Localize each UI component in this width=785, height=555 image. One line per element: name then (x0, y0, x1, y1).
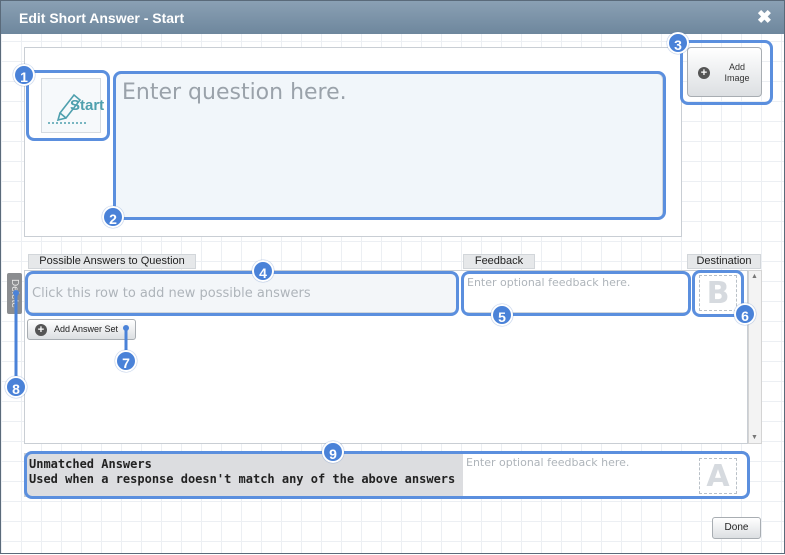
callout-badge-3: 3 (667, 32, 689, 54)
close-icon[interactable]: ✖ (757, 7, 772, 27)
scroll-down-icon[interactable]: ▼ (751, 434, 758, 441)
callout-badge-7: 7 (115, 350, 137, 372)
callout-badge-5: 5 (491, 304, 513, 326)
unmatched-answers-label: Unmatched Answers Used when a response d… (25, 454, 463, 496)
add-image-label: Add Image (724, 62, 750, 83)
answers-scrollbar[interactable]: ▲ ▼ (748, 270, 762, 444)
plus-circle-icon: + (698, 67, 710, 79)
unmatched-destination-node[interactable]: A (699, 458, 737, 494)
scroll-up-icon[interactable]: ▲ (751, 273, 758, 280)
unmatched-feedback-input[interactable] (463, 454, 689, 496)
unmatched-subtitle: Used when a response doesn't match any o… (29, 472, 456, 486)
callout-badge-2: 2 (102, 206, 124, 228)
column-header-destination: Destination (687, 254, 761, 269)
callout-badge-8: 8 (5, 376, 27, 398)
start-icon-label: Start (70, 97, 105, 114)
column-header-possible-answers: Possible Answers to Question (28, 254, 196, 269)
add-answer-set-label: Add Answer Set (54, 324, 119, 334)
question-input[interactable] (115, 73, 663, 219)
add-answer-set-button[interactable]: + Add Answer Set (27, 319, 136, 340)
column-header-feedback: Feedback (463, 254, 535, 269)
callout-badge-4: 4 (252, 260, 274, 282)
possible-answer-input[interactable] (27, 273, 457, 313)
start-node-icon: Start (41, 78, 105, 133)
callout-badge-1: 1 (13, 64, 35, 86)
plus-circle-icon: + (35, 324, 47, 336)
callout-badge-6: 6 (734, 303, 756, 325)
edit-short-answer-dialog: Edit Short Answer - Start ✖ Start + Add … (0, 0, 785, 554)
callout-badge-9: 9 (322, 441, 344, 463)
dialog-title: Edit Short Answer - Start (19, 10, 185, 26)
add-image-button[interactable]: + Add Image (687, 47, 762, 97)
unmatched-title: Unmatched Answers (29, 457, 152, 471)
answer-destination-node[interactable]: B (699, 275, 737, 311)
done-button[interactable]: Done (712, 517, 761, 539)
delete-row-tab[interactable]: Delete (7, 273, 22, 314)
dialog-titlebar: Edit Short Answer - Start ✖ (1, 1, 784, 34)
